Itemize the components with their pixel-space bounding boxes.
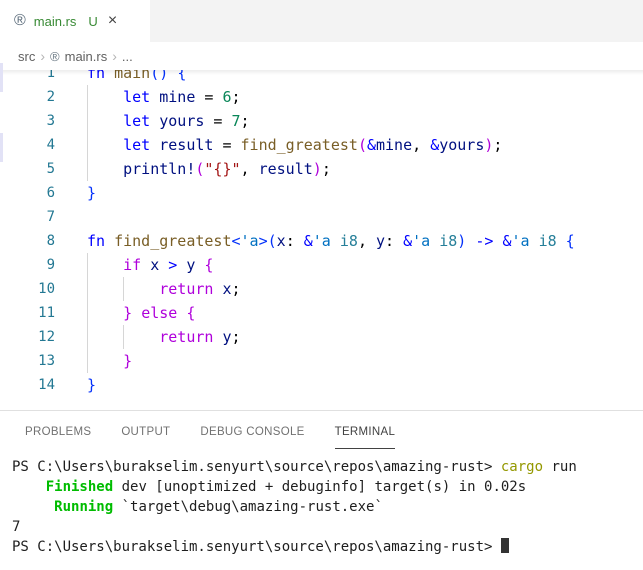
terminal-line: 7 [12,517,643,537]
code-lines: 1fn main() {2 let mine = 6;3 let yours =… [0,70,643,397]
chevron-right-icon: › [112,48,117,64]
breadcrumb-item-src[interactable]: src [18,49,35,64]
line-number[interactable]: 14 [0,373,55,397]
rust-file-icon: ® [50,49,60,64]
panel-tabs: PROBLEMS OUTPUT DEBUG CONSOLE TERMINAL [0,411,643,451]
code-text: } else { [55,301,195,325]
panel-tab-terminal[interactable]: TERMINAL [335,414,396,449]
breadcrumb-item-symbol[interactable]: ... [122,49,133,64]
line-number[interactable]: 4 [0,133,55,157]
indent-guide [87,253,88,373]
code-editor[interactable]: 1fn main() {2 let mine = 6;3 let yours =… [0,70,643,410]
line-number[interactable]: 2 [0,85,55,109]
line-number[interactable]: 1 [0,70,55,85]
chevron-right-icon: › [40,48,45,64]
terminal-line: PS C:\Users\burakselim.senyurt\source\re… [12,457,643,477]
code-line[interactable]: 2 let mine = 6; [0,85,643,109]
code-text: fn find_greatest<'a>(x: &'a i8, y: &'a i… [55,229,575,253]
panel-tab-output[interactable]: OUTPUT [121,414,170,449]
line-number[interactable]: 8 [0,229,55,253]
git-untracked-badge: U [88,14,97,29]
line-number[interactable]: 7 [0,205,55,229]
terminal-line: Finished dev [unoptimized + debuginfo] t… [12,477,643,497]
code-line[interactable]: 1fn main() { [0,70,643,85]
code-line[interactable]: 10 return x; [0,277,643,301]
code-text [55,205,87,229]
terminal-cursor [501,538,509,553]
code-line[interactable]: 7 [0,205,643,229]
code-line[interactable]: 3 let yours = 7; [0,109,643,133]
code-text: return x; [55,277,241,301]
code-text: return y; [55,325,241,349]
code-text: fn main() { [55,70,186,85]
code-line[interactable]: 4 let result = find_greatest(&mine, &you… [0,133,643,157]
code-text: } [55,181,96,205]
code-text: println!("{}", result); [55,157,331,181]
line-number[interactable]: 5 [0,157,55,181]
code-line[interactable]: 8fn find_greatest<'a>(x: &'a i8, y: &'a … [0,229,643,253]
terminal[interactable]: PS C:\Users\burakselim.senyurt\source\re… [0,451,643,557]
code-text: if x > y { [55,253,213,277]
breadcrumb: src › ® main.rs › ... [0,42,643,70]
gutter-decoration [0,133,3,162]
code-line[interactable]: 14} [0,373,643,397]
line-number[interactable]: 11 [0,301,55,325]
indent-guide [87,85,88,181]
code-text: let mine = 6; [55,85,241,109]
panel-tab-problems[interactable]: PROBLEMS [25,414,91,449]
line-number[interactable]: 3 [0,109,55,133]
breadcrumb-item-main-rs[interactable]: main.rs [65,49,108,64]
line-number[interactable]: 10 [0,277,55,301]
indent-guide [123,277,124,301]
terminal-line: PS C:\Users\burakselim.senyurt\source\re… [12,537,643,557]
code-text: } [55,349,132,373]
line-number[interactable]: 12 [0,325,55,349]
panel-tab-debug-console[interactable]: DEBUG CONSOLE [200,414,304,449]
code-line[interactable]: 6} [0,181,643,205]
code-text: let result = find_greatest(&mine, &yours… [55,133,502,157]
line-number[interactable]: 9 [0,253,55,277]
code-line[interactable]: 11 } else { [0,301,643,325]
code-text: } [55,373,96,397]
bottom-panel: PROBLEMS OUTPUT DEBUG CONSOLE TERMINAL PS C… [0,410,643,570]
line-number[interactable]: 13 [0,349,55,373]
code-line[interactable]: 9 if x > y { [0,253,643,277]
tab-main-rs[interactable]: ® main.rs U × [0,0,150,42]
rust-file-icon: ® [14,13,26,29]
gutter-decoration [0,63,3,92]
line-number[interactable]: 6 [0,181,55,205]
vscode-window: ® main.rs U × src › ® main.rs › ... 1fn … [0,0,643,570]
code-line[interactable]: 13 } [0,349,643,373]
tab-close-icon[interactable]: × [108,13,117,29]
indent-guide [123,325,124,349]
code-text: let yours = 7; [55,109,250,133]
editor-tab-bar: ® main.rs U × [0,0,643,42]
code-line[interactable]: 12 return y; [0,325,643,349]
terminal-line: Running `target\debug\amazing-rust.exe` [12,497,643,517]
tab-title: main.rs [34,14,77,29]
code-line[interactable]: 5 println!("{}", result); [0,157,643,181]
